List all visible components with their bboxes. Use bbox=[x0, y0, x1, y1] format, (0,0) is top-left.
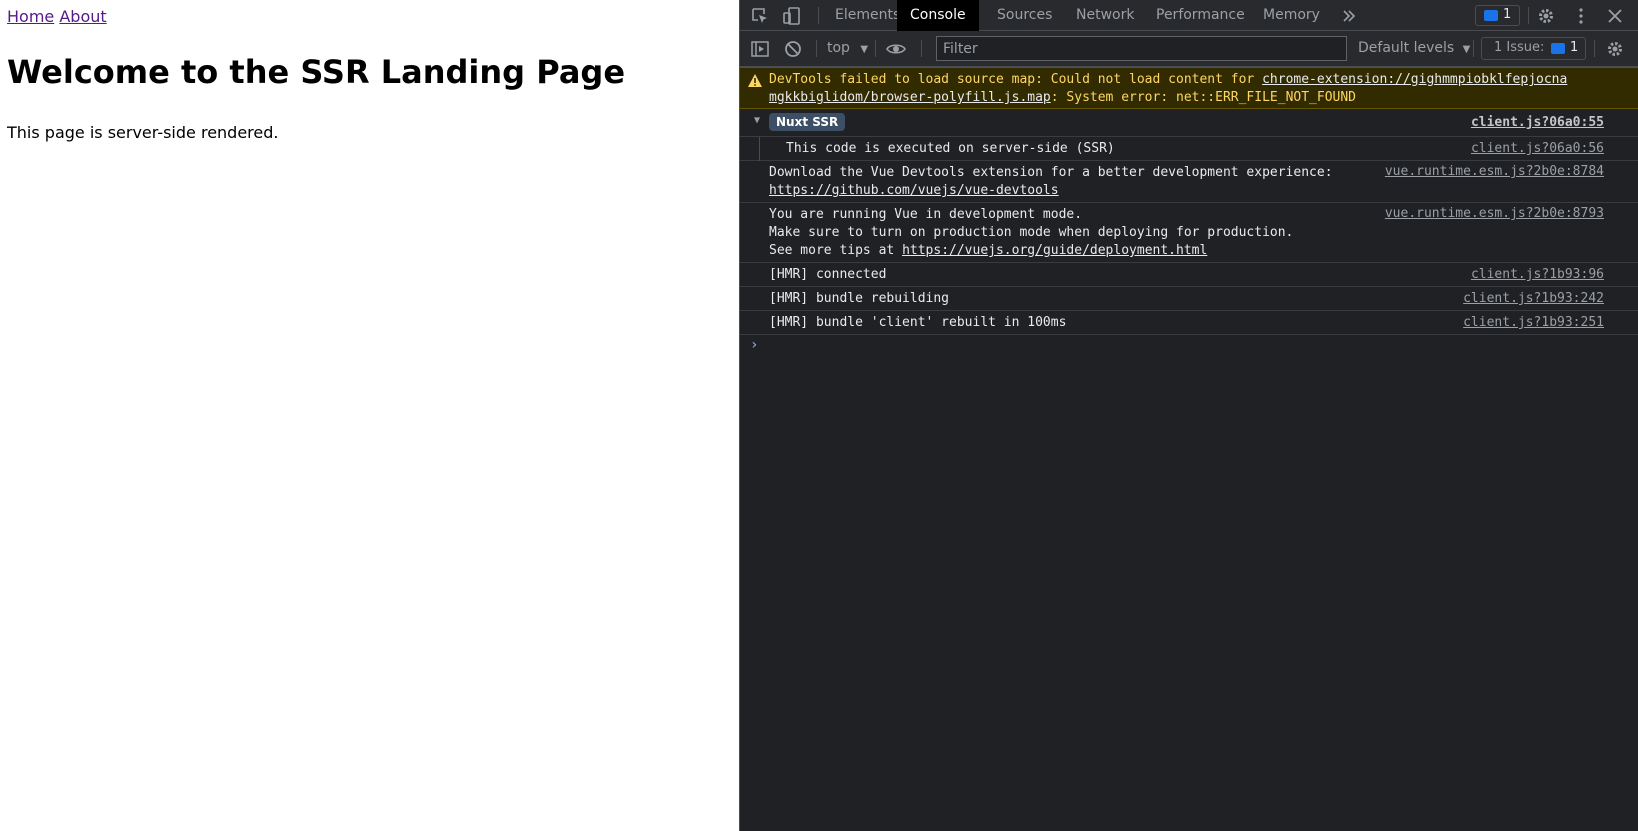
live-expression-eye-icon[interactable] bbox=[886, 39, 906, 59]
sidebar-toggle-icon[interactable] bbox=[750, 39, 770, 59]
log-levels-select[interactable]: Default levels ▼ bbox=[1358, 31, 1470, 66]
inspect-element-icon[interactable] bbox=[750, 6, 770, 26]
page-description: This page is server-side rendered. bbox=[7, 123, 279, 142]
log-message: [HMR] bundle rebuilding bbox=[769, 291, 950, 306]
console-filter-input[interactable] bbox=[936, 36, 1347, 61]
console-messages: DevTools failed to load source map: Coul… bbox=[740, 67, 1638, 335]
console-prompt[interactable]: › bbox=[750, 337, 758, 353]
console-log-row: Download the Vue Devtools extension for … bbox=[740, 161, 1638, 203]
execution-context-value: top bbox=[827, 40, 850, 56]
console-log-row: [HMR] bundle rebuilding client.js?1b93:2… bbox=[740, 287, 1638, 311]
log-text: See more tips at bbox=[769, 243, 903, 258]
toolbar-divider bbox=[1473, 40, 1474, 57]
warning-error-text: : System error: net::ERR_FILE_NOT_FOUND bbox=[1050, 90, 1357, 105]
source-link[interactable]: client.js?06a0:55 bbox=[1471, 115, 1604, 130]
web-page: Home About Welcome to the SSR Landing Pa… bbox=[0, 0, 739, 831]
more-tabs-icon[interactable] bbox=[1339, 6, 1359, 26]
console-warning-row: DevTools failed to load source map: Coul… bbox=[740, 67, 1638, 109]
log-levels-value: Default levels bbox=[1358, 40, 1455, 56]
console-settings-gear-icon[interactable] bbox=[1605, 39, 1625, 59]
group-badge: Nuxt SSR bbox=[769, 113, 846, 131]
execution-context-select[interactable]: top ▼ bbox=[827, 31, 868, 66]
log-message: [HMR] connected bbox=[769, 267, 887, 282]
message-icon bbox=[1484, 10, 1498, 21]
settings-gear-icon[interactable] bbox=[1536, 6, 1556, 26]
source-link[interactable]: client.js?06a0:56 bbox=[1471, 141, 1604, 156]
chevron-down-icon: ▼ bbox=[1462, 44, 1471, 55]
issues-button[interactable]: 1 Issue: 1 bbox=[1481, 37, 1586, 60]
issues-counter-value: 1 bbox=[1503, 7, 1512, 22]
tab-memory[interactable]: Memory bbox=[1250, 0, 1333, 31]
vue-deployment-link[interactable]: https://vuejs.org/guide/deployment.html bbox=[902, 243, 1207, 258]
console-log-row: [HMR] bundle 'client' rebuilt in 100ms c… bbox=[740, 311, 1638, 335]
log-text: You are running Vue in development mode. bbox=[769, 207, 1083, 222]
expand-triangle-icon[interactable]: ▼ bbox=[754, 115, 760, 126]
tab-network[interactable]: Network bbox=[1063, 0, 1147, 31]
source-link[interactable]: client.js?1b93:251 bbox=[1463, 315, 1604, 330]
tab-sources[interactable]: Sources bbox=[984, 0, 1065, 31]
chevron-down-icon: ▼ bbox=[860, 44, 869, 55]
page-nav: Home About bbox=[7, 7, 107, 26]
devtools-panel: Elements Console Sources Network Perform… bbox=[739, 0, 1638, 831]
log-message: You are running Vue in development mode.… bbox=[769, 206, 1293, 260]
vue-devtools-link[interactable]: https://github.com/vuejs/vue-devtools bbox=[769, 183, 1059, 198]
log-message: This code is executed on server-side (SS… bbox=[786, 141, 1115, 156]
console-group-row[interactable]: ▼ Nuxt SSR client.js?06a0:55 bbox=[740, 109, 1638, 137]
tabbar-divider bbox=[818, 7, 819, 24]
console-log-row: This code is executed on server-side (SS… bbox=[740, 137, 1638, 161]
toolbar-divider bbox=[875, 40, 876, 57]
issues-count: 1 bbox=[1570, 40, 1579, 55]
warning-message: DevTools failed to load source map: Coul… bbox=[769, 71, 1567, 107]
issues-label: 1 Issue: bbox=[1494, 40, 1545, 55]
home-link[interactable]: Home bbox=[7, 7, 54, 26]
toolbar-divider bbox=[816, 40, 817, 57]
tab-console[interactable]: Console bbox=[897, 0, 979, 31]
console-toolbar: top ▼ Default levels ▼ 1 Issue: 1 bbox=[740, 31, 1638, 67]
tab-performance[interactable]: Performance bbox=[1143, 0, 1258, 31]
source-link[interactable]: vue.runtime.esm.js?2b0e:8793 bbox=[1385, 206, 1604, 221]
tabbar-divider bbox=[1528, 7, 1529, 24]
kebab-menu-icon[interactable] bbox=[1571, 6, 1591, 26]
page-title: Welcome to the SSR Landing Page bbox=[7, 53, 626, 91]
console-log-row: [HMR] connected client.js?1b93:96 bbox=[740, 263, 1638, 287]
close-icon[interactable] bbox=[1605, 6, 1625, 26]
log-message: Download the Vue Devtools extension for … bbox=[769, 164, 1333, 200]
group-indent-line bbox=[759, 137, 760, 161]
about-link[interactable]: About bbox=[59, 7, 106, 26]
console-log-row: You are running Vue in development mode.… bbox=[740, 203, 1638, 263]
devtools-tabbar: Elements Console Sources Network Perform… bbox=[740, 0, 1638, 31]
log-text: Download the Vue Devtools extension for … bbox=[769, 165, 1333, 180]
message-icon bbox=[1551, 43, 1565, 54]
log-text: Make sure to turn on production mode whe… bbox=[769, 225, 1294, 240]
toolbar-divider bbox=[921, 40, 922, 57]
warning-icon bbox=[748, 74, 762, 87]
device-toolbar-icon[interactable] bbox=[782, 6, 802, 26]
log-message: [HMR] bundle 'client' rebuilt in 100ms bbox=[769, 315, 1067, 330]
issues-counter-button[interactable]: 1 bbox=[1475, 5, 1520, 26]
source-link[interactable]: client.js?1b93:242 bbox=[1463, 291, 1604, 306]
source-link[interactable]: vue.runtime.esm.js?2b0e:8784 bbox=[1385, 164, 1604, 179]
source-link[interactable]: client.js?1b93:96 bbox=[1471, 267, 1604, 282]
clear-console-icon[interactable] bbox=[783, 39, 803, 59]
toolbar-divider bbox=[1594, 40, 1595, 57]
warning-text: DevTools failed to load source map: Coul… bbox=[769, 72, 1263, 87]
